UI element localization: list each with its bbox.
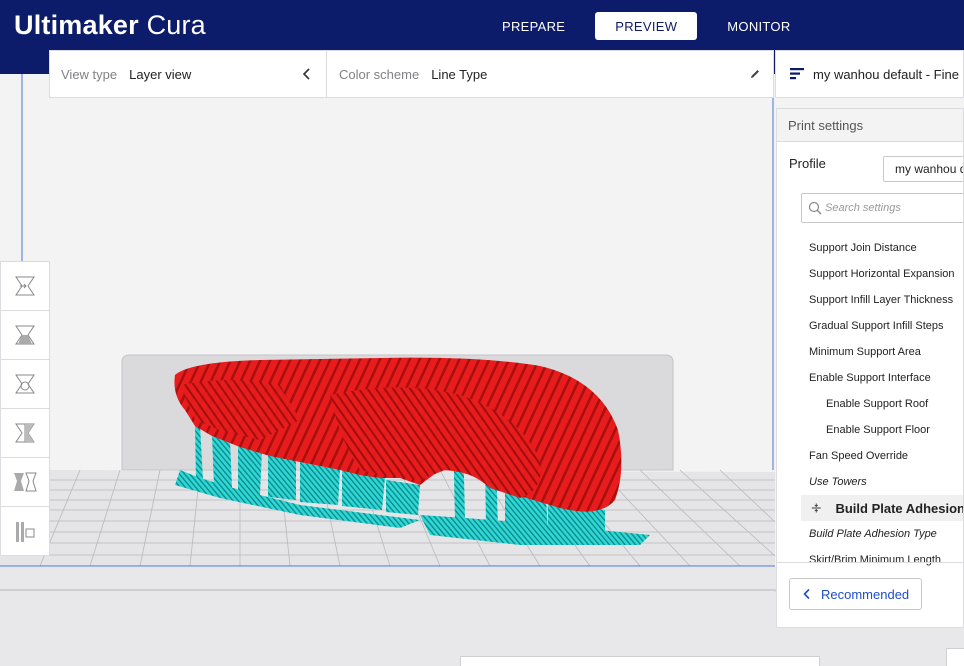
printer-name: my wanhou default - Fine xyxy=(813,66,959,82)
view-type-value: Layer view xyxy=(129,66,192,82)
scale-icon xyxy=(15,325,35,345)
scale-tool[interactable] xyxy=(1,311,49,360)
setting-item[interactable]: Build Plate Adhesion Type xyxy=(777,521,963,547)
recommended-button[interactable]: Recommended xyxy=(789,578,922,610)
per-model-settings-tool[interactable] xyxy=(1,458,49,507)
setting-item[interactable]: Enable Support Roof xyxy=(777,391,963,417)
mirror-tool[interactable] xyxy=(1,409,49,458)
setting-item[interactable]: Support Horizontal Expansion xyxy=(777,261,963,287)
chevron-left-icon xyxy=(803,588,810,600)
rotate-icon xyxy=(15,374,35,394)
search-icon xyxy=(808,201,822,215)
setting-item[interactable]: Minimum Support Area xyxy=(777,339,963,365)
tab-monitor[interactable]: MONITOR xyxy=(711,12,806,40)
color-scheme-selector[interactable]: Color scheme Line Type xyxy=(327,51,773,97)
search-placeholder: Search settings xyxy=(825,202,901,214)
setting-item[interactable]: Fan Speed Override xyxy=(777,443,963,469)
support-blocker-tool[interactable] xyxy=(1,507,49,556)
per-model-settings-icon xyxy=(14,472,37,492)
setting-item[interactable]: Gradual Support Infill Steps xyxy=(777,313,963,339)
print-settings-header[interactable]: Print settings xyxy=(777,109,963,142)
left-toolbar xyxy=(0,261,50,556)
recommended-label: Recommended xyxy=(821,586,910,602)
mirror-icon xyxy=(15,423,35,443)
profile-label: Profile xyxy=(789,156,826,171)
adhesion-icon xyxy=(811,503,821,513)
category-label: Build Plate Adhesion xyxy=(835,500,964,516)
setting-item[interactable]: Enable Support Interface xyxy=(777,365,963,391)
settings-list: Support Join Distance Support Horizontal… xyxy=(777,235,964,573)
setting-item[interactable]: Enable Support Floor xyxy=(777,417,963,443)
app-logo: Ultimaker Cura xyxy=(14,10,206,41)
view-options-bar: View type Layer view Color scheme Line T… xyxy=(49,50,774,98)
tab-prepare[interactable]: PREPARE xyxy=(486,12,581,40)
corner-panel-edge xyxy=(946,648,964,666)
printer-icon xyxy=(790,68,804,80)
setting-item[interactable]: Support Join Distance xyxy=(777,235,963,261)
tab-preview[interactable]: PREVIEW xyxy=(595,12,698,40)
view-type-selector[interactable]: View type Layer view xyxy=(50,51,327,97)
view-type-label: View type xyxy=(61,66,118,82)
print-settings-panel: Print settings Profile my wanhou default… xyxy=(776,108,964,628)
chevron-left-icon[interactable] xyxy=(300,67,314,81)
move-icon xyxy=(15,276,35,296)
search-settings-input[interactable]: Search settings xyxy=(801,193,963,223)
panel-footer: Recommended xyxy=(777,562,963,627)
move-tool[interactable] xyxy=(1,262,49,311)
color-scheme-label: Color scheme xyxy=(339,66,420,82)
brand-bold: Ultimaker xyxy=(14,10,139,40)
pencil-icon[interactable] xyxy=(749,68,761,80)
brand-light: Cura xyxy=(146,10,206,40)
printer-selector[interactable]: my wanhou default - Fine xyxy=(775,50,964,98)
stage-tabs: PREPARE PREVIEW MONITOR xyxy=(486,12,807,40)
action-panel-edge xyxy=(460,656,820,666)
profile-dropdown[interactable]: my wanhou default xyxy=(883,156,963,182)
support-blocker-icon xyxy=(16,521,35,542)
category-build-plate-adhesion[interactable]: Build Plate Adhesion xyxy=(801,495,964,521)
color-scheme-value: Line Type xyxy=(431,66,488,82)
setting-item[interactable]: Support Infill Layer Thickness xyxy=(777,287,963,313)
rotate-tool[interactable] xyxy=(1,360,49,409)
setting-item[interactable]: Use Towers xyxy=(777,469,963,495)
